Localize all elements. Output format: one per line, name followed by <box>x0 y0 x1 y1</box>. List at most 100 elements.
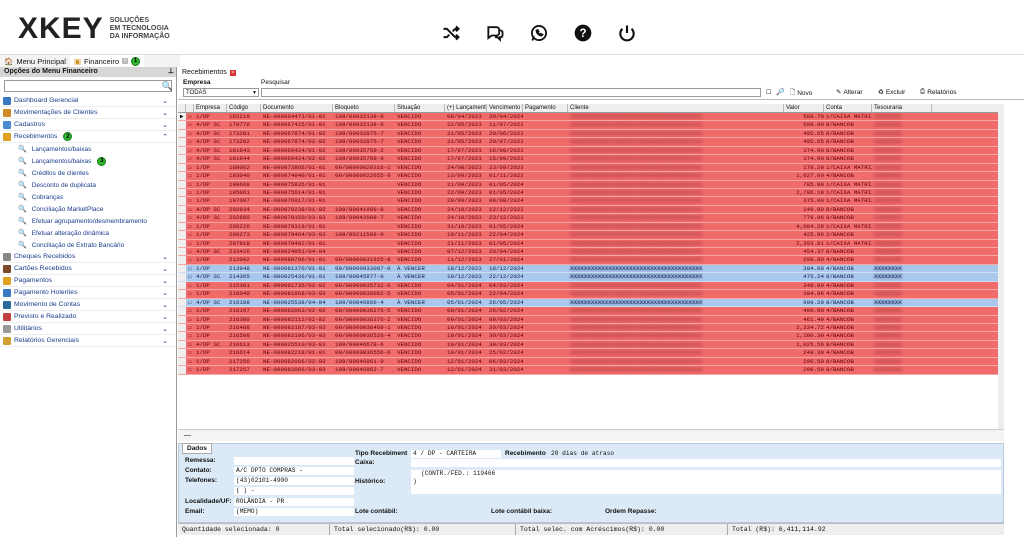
row-checkbox[interactable]: ☐ <box>186 316 194 323</box>
row-checkbox[interactable]: ☐ <box>186 349 194 356</box>
chevron-down-icon[interactable]: ⌄ <box>162 253 168 261</box>
row-checkbox[interactable]: ☐ <box>186 324 194 331</box>
sidebar-item-previsto-e-realizado[interactable]: Previsto e Realizado ⌄ <box>0 311 176 323</box>
whatsapp-icon[interactable] <box>528 22 550 44</box>
row-checkbox[interactable]: ☐ <box>186 265 194 272</box>
table-row[interactable]: ☐ 1/DP 195061 NE-000075614/01-01 VENCIDO 22/0… <box>178 188 1000 198</box>
table-row[interactable]: ☐ 1/DP 213948 NE-000081370/01-01 09/00000033… <box>178 264 1000 274</box>
column-header[interactable]: Bloqueto <box>333 104 395 112</box>
row-checkbox[interactable]: ☐ <box>186 189 194 196</box>
row-checkbox[interactable]: ☐ <box>186 240 194 247</box>
table-row[interactable]: ☐ 4/DP SC 202680 NE-000079150/03-03 109/0004… <box>178 214 1000 223</box>
sidebar-subitem[interactable]: 🔍 Conciliação MarketPlace <box>0 203 176 215</box>
tipo-recebimento-field[interactable]: 4 / DP - CARTEIRA <box>411 450 501 458</box>
table-row[interactable]: ☐ 1/DP 217256 NE-000082066/02-03 109/0004696… <box>178 357 1000 367</box>
sidebar-search-input[interactable]: 🔍 <box>4 80 173 92</box>
chevron-down-icon[interactable]: ⌄ <box>162 265 168 273</box>
search-icon[interactable]: 🔎 <box>776 88 785 96</box>
power-icon[interactable] <box>616 22 638 44</box>
sidebar-subitem[interactable]: 🔍 Lançamentos/baixas 3 <box>0 155 176 167</box>
search-icon[interactable]: 🔍 <box>162 81 173 92</box>
table-row[interactable]: ☐ 4/DP SC 233426 NE-000024951/04-04 VENCIDO 0… <box>178 248 1000 257</box>
tab-financeiro[interactable]: ▣ Financeiro × 1 <box>69 55 145 67</box>
table-row[interactable]: ☐ 4/DP SC 216188 NE-000025538/04-04 109/0004… <box>178 298 1000 308</box>
table-row[interactable]: ☐ 1/DP 216380 NE-000082112/02-02 09/00000036… <box>178 315 1000 324</box>
sidebar-subitem[interactable]: 🔍 Cobranças <box>0 191 176 203</box>
table-row[interactable]: ☐ 4/DP SC 181844 NE-000069424/02-02 109/0003… <box>178 155 1000 164</box>
row-checkbox[interactable]: ☐ <box>186 197 194 204</box>
column-header[interactable]: Tesouraria <box>872 104 932 112</box>
pin-icon[interactable]: ⊥ <box>168 67 174 77</box>
chevron-down-icon[interactable]: ⌄ <box>162 97 168 105</box>
chevron-up-icon[interactable]: ⌃ <box>162 133 168 141</box>
telefone-1-field[interactable]: (43)02101-4900 <box>234 477 354 485</box>
row-checkbox[interactable]: ☐ <box>186 214 194 221</box>
chevron-down-icon[interactable]: ⌄ <box>162 289 168 297</box>
column-header[interactable]: Código <box>227 104 261 112</box>
help-icon[interactable]: ? <box>572 22 594 44</box>
sidebar-subitem[interactable]: 🔍 Conciliação de Extrato Bancário <box>0 239 176 251</box>
row-checkbox[interactable]: ☐ <box>186 290 194 297</box>
row-checkbox[interactable]: ☐ <box>186 231 194 238</box>
row-checkbox[interactable]: ☐ <box>186 358 194 365</box>
row-checkbox[interactable]: ☐ <box>186 299 194 306</box>
contato-field[interactable]: A/C DPTO COMPRAS - <box>234 467 354 475</box>
table-row[interactable]: ☐ 1/DP 198669 NE-000075835/01-01 VENCIDO 21/0… <box>178 180 1000 189</box>
column-header[interactable]: Documento <box>261 104 333 112</box>
localidade-field[interactable]: ROLÂNDIA - PR <box>234 498 354 506</box>
table-row[interactable]: ☐ 4/DP SC 181843 NE-000069424/01-02 109/0003… <box>178 146 1000 156</box>
column-header[interactable]: Pagamento <box>523 104 568 112</box>
chevron-down-icon[interactable]: ⌄ <box>162 301 168 309</box>
sidebar-item-pagamento-holerites[interactable]: Pagamento Holerites ⌄ <box>0 287 176 299</box>
row-checkbox[interactable]: ☐ <box>186 341 194 348</box>
recebimentos-grid[interactable]: Empresa Código Documento Bloqueto Situação (+… <box>178 104 1000 429</box>
table-row[interactable]: ☐ 1/DP 207918 NE-000079482/01-01 VENCIDO 21/1… <box>178 239 1000 248</box>
row-checkbox[interactable]: ☐ <box>186 206 194 213</box>
sidebar-item-movimento-de-contas[interactable]: Movimento de Contas ⌄ <box>0 299 176 311</box>
caixa-field[interactable] <box>411 459 1001 467</box>
table-row[interactable]: ☐ 4/DP SC 214365 NE-000025436/01-01 109/0004… <box>178 273 1000 282</box>
tab-recebimentos[interactable]: Recebimentos × <box>178 67 1024 78</box>
row-checkbox[interactable]: ☐ <box>186 113 194 120</box>
historico-field[interactable]: (CONTR./FED.: 119466) <box>411 470 1001 494</box>
column-header[interactable]: (+) Lançamento <box>445 104 487 112</box>
sidebar-item-relat-rios-gerenciais[interactable]: Relatórios Gerenciais ⌄ <box>0 335 176 347</box>
row-checkbox[interactable]: ☐ <box>186 130 194 137</box>
column-header[interactable]: Vencimento <box>487 104 523 112</box>
scroll-left-icon[interactable]: — <box>184 432 191 439</box>
column-header[interactable]: Situação <box>395 104 445 112</box>
table-row[interactable]: ☐ 1/DP 216614 NE-000082218/01-01 09/00000036… <box>178 349 1000 358</box>
grid-vertical-scrollbar[interactable] <box>998 104 1004 429</box>
sidebar-item-cheques-recebidos[interactable]: Cheques Recebidos ⌄ <box>0 251 176 263</box>
table-row[interactable]: ☐ 4/DP SC 173282 NE-000067874/02-02 109/0003… <box>178 138 1000 147</box>
chat-icon[interactable] <box>484 22 506 44</box>
table-row[interactable]: ☐ 1/DP 212002 NE-000080796/01-01 09/00000031… <box>178 256 1000 265</box>
telefone-2-field[interactable]: ( ) - <box>234 487 354 495</box>
remessa-field[interactable] <box>234 457 354 465</box>
table-row[interactable]: ☐ 1/DP 217257 NE-000082066/03-03 109/0004696… <box>178 366 1000 375</box>
sidebar-item-dashboard-gerencial[interactable]: Dashboard Gerencial ⌄ <box>0 95 176 107</box>
sidebar-subitem[interactable]: 🔍 Desconto de duplicata <box>0 179 176 191</box>
row-checkbox[interactable]: ☐ <box>186 181 194 188</box>
chevron-down-icon[interactable]: ⌄ <box>162 121 168 129</box>
table-row[interactable]: ☐ 1/DP 188062 NE-000073866/01-01 09/00000020… <box>178 163 1000 173</box>
row-checkbox[interactable]: ☐ <box>186 273 194 280</box>
sidebar-item-movimenta-es-de-clientes[interactable]: Movimentações de Clientes ⌄ <box>0 107 176 119</box>
column-header[interactable]: Valor <box>784 104 824 112</box>
table-row[interactable]: ☐ 1/DP 216197 NE-000082063/02-02 09/00000036… <box>178 307 1000 316</box>
sidebar-item-pagamentos[interactable]: Pagamentos ⌄ <box>0 275 176 287</box>
row-checkbox[interactable]: ☐ <box>186 248 194 255</box>
close-tab-icon[interactable]: × <box>229 69 236 76</box>
row-checkbox[interactable]: ☐ <box>186 282 194 289</box>
close-icon[interactable]: × <box>122 58 129 64</box>
tab-menu-principal[interactable]: 🏠 Menu Principal <box>0 55 70 67</box>
table-row[interactable]: ☐ 1/DP 216049 NE-000081968/03-03 09/00000036… <box>178 290 1000 299</box>
table-row[interactable]: ☐ 4/DP SC 202834 NE-000079238/01-02 109/0004… <box>178 205 1000 215</box>
shuffle-icon[interactable] <box>440 22 462 44</box>
table-row[interactable]: ☐ 1/DP 206273 NE-000079464/03-03 109/0021150… <box>178 231 1000 240</box>
sidebar-subitem[interactable]: 🔍 Efetuar agrupamento/desmembramento <box>0 215 176 227</box>
row-checkbox[interactable]: ☐ <box>186 121 194 128</box>
excluir-button[interactable]: ♻ Excluir <box>878 88 905 97</box>
row-checkbox[interactable]: ☐ <box>186 256 194 263</box>
row-checkbox[interactable]: ☐ <box>186 332 194 339</box>
